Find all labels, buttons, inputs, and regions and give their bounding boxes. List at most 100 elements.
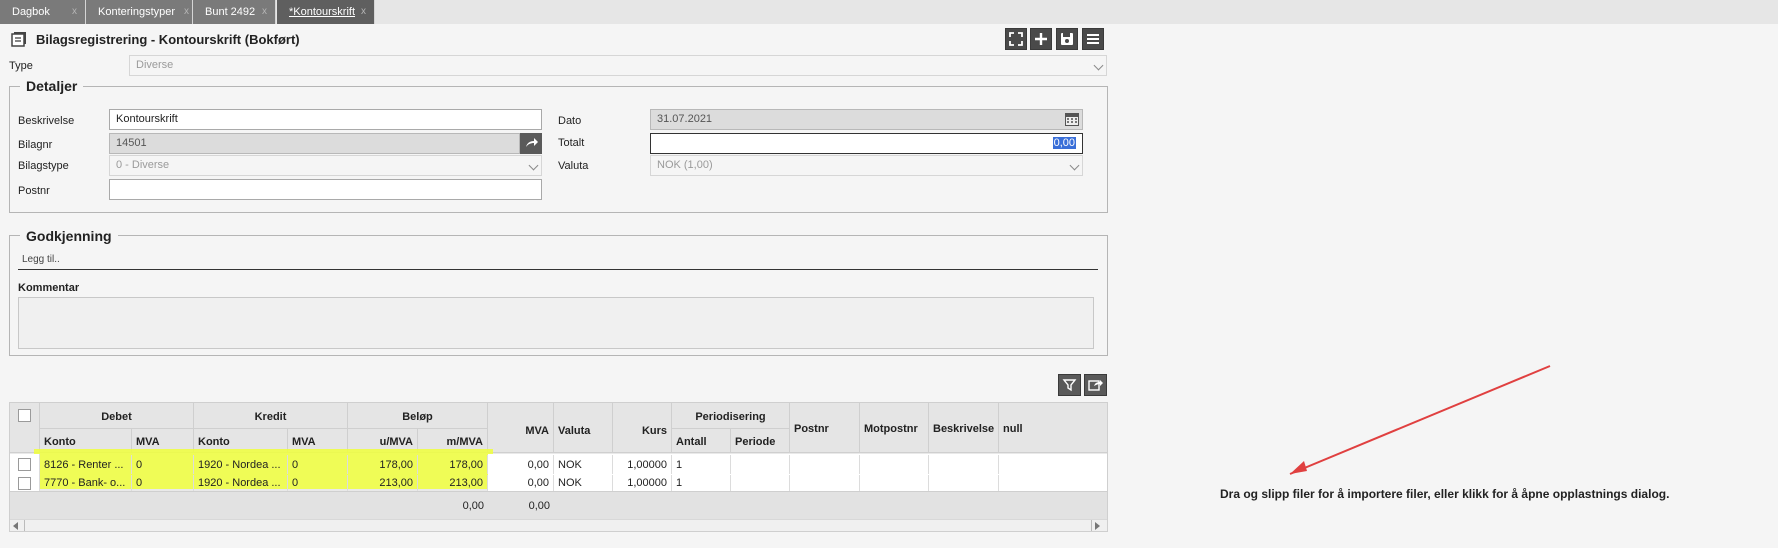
chevron-down-icon <box>1069 160 1080 171</box>
kredit-konto-cell[interactable]: 1920 - Nordea ... <box>194 455 288 474</box>
calendar-icon[interactable] <box>1065 113 1079 126</box>
dato-input[interactable]: 31.07.2021 <box>650 109 1083 130</box>
kredit-konto-cell[interactable]: 1920 - Nordea ... <box>194 475 288 491</box>
select-all-checkbox[interactable] <box>18 409 31 422</box>
tab-kontourskrift[interactable]: *Kontourskrift x <box>277 0 375 24</box>
save-button[interactable] <box>1056 28 1078 50</box>
menu-button[interactable] <box>1082 28 1104 50</box>
chevron-down-icon <box>528 160 539 171</box>
totalt-value: 0,00 <box>1052 137 1076 149</box>
postnr-cell[interactable] <box>790 455 860 474</box>
periode-header[interactable]: Periode <box>731 429 790 453</box>
type-select[interactable]: Diverse <box>129 55 1107 76</box>
export-button[interactable] <box>1084 374 1107 396</box>
null-header[interactable]: null <box>999 403 1107 453</box>
page-title: Bilagsregistrering - Kontourskrift (Bokf… <box>36 32 300 47</box>
bilagstype-select[interactable]: 0 - Diverse <box>109 155 542 176</box>
debet-mva-cell[interactable]: 0 <box>132 475 194 491</box>
kredit-mva-cell[interactable]: 0 <box>288 475 348 491</box>
antall-cell[interactable]: 1 <box>672 475 731 491</box>
close-icon[interactable]: x <box>361 6 366 17</box>
antall-cell[interactable]: 1 <box>672 455 731 474</box>
kurs-header[interactable]: Kurs <box>613 403 672 453</box>
horizontal-scrollbar[interactable] <box>10 519 1107 531</box>
dato-label: Dato <box>558 115 582 127</box>
beskrivelse-cell[interactable] <box>929 455 999 474</box>
dato-value: 31.07.2021 <box>657 113 713 125</box>
mmva-cell[interactable]: 213,00 <box>418 475 488 491</box>
tab-label: Bunt 2492 <box>205 6 256 18</box>
close-icon[interactable]: x <box>72 6 77 17</box>
file-dropzone[interactable]: Dra og slipp filer for å importere filer… <box>1110 402 1778 548</box>
mva-cell[interactable]: 0,00 <box>488 455 554 474</box>
scroll-left-icon[interactable] <box>13 522 18 530</box>
valuta-value: NOK (1,00) <box>657 159 713 171</box>
row-select-cell <box>10 475 40 491</box>
valuta-cell[interactable]: NOK <box>554 475 613 491</box>
totalt-input[interactable]: 0,00 <box>650 133 1083 154</box>
filter-icon <box>1062 379 1077 392</box>
beskrivelse-header[interactable]: Beskrivelse <box>929 403 999 453</box>
tab-konteringstyper[interactable]: Konteringstyper x <box>86 0 193 24</box>
row-checkbox[interactable] <box>18 477 31 490</box>
beskrivelse-cell[interactable] <box>929 475 999 491</box>
tab-bunt-2492[interactable]: Bunt 2492 x <box>193 0 276 24</box>
kredit-group-header: Kredit <box>194 403 348 429</box>
umva-cell[interactable]: 213,00 <box>348 475 418 491</box>
debet-konto-cell[interactable]: 7770 - Bank- o... <box>40 475 132 491</box>
valuta-label: Valuta <box>558 160 589 172</box>
motpostnr-header[interactable]: Motpostnr <box>860 403 929 453</box>
table-row[interactable]: 8126 - Renter ... 0 1920 - Nordea ... 0 … <box>10 454 1107 475</box>
close-icon[interactable]: x <box>262 6 267 17</box>
tab-label: Dagbok <box>12 6 50 18</box>
bilagnr-label: Bilagnr <box>18 139 53 151</box>
mva-header[interactable]: MVA <box>488 403 554 453</box>
total-mmva: 0,00 <box>462 500 484 512</box>
details-legend: Detaljer <box>20 78 84 94</box>
tab-label: *Kontourskrift <box>289 6 356 18</box>
comment-textarea[interactable] <box>18 297 1094 349</box>
total-mva: 0,00 <box>528 500 550 512</box>
valuta-header[interactable]: Valuta <box>554 403 613 453</box>
umva-cell[interactable]: 178,00 <box>348 455 418 474</box>
plus-icon <box>1035 33 1047 45</box>
filter-button[interactable] <box>1058 374 1081 396</box>
periode-cell[interactable] <box>731 455 790 474</box>
approval-legend: Godkjenning <box>20 228 118 244</box>
export-icon <box>1088 380 1103 391</box>
debet-konto-cell[interactable]: 8126 - Renter ... <box>40 455 132 474</box>
row-select-cell <box>10 454 40 475</box>
voucher-lines-grid: Debet Kredit Beløp Konto MVA Konto MVA u… <box>9 402 1108 532</box>
mmva-cell[interactable]: 178,00 <box>418 455 488 474</box>
table-row[interactable]: 7770 - Bank- o... 0 1920 - Nordea ... 0 … <box>10 475 1107 491</box>
document-list-icon <box>11 31 27 47</box>
motpostnr-cell[interactable] <box>860 455 929 474</box>
tab-dagbok[interactable]: Dagbok x <box>0 0 86 24</box>
valuta-select[interactable]: NOK (1,00) <box>650 155 1083 176</box>
valuta-cell[interactable]: NOK <box>554 455 613 474</box>
fullscreen-button[interactable] <box>1005 28 1027 50</box>
type-value: Diverse <box>136 59 174 71</box>
kurs-cell[interactable]: 1,00000 <box>613 475 672 491</box>
approver-input[interactable]: Legg til.. <box>18 252 1098 270</box>
motpostnr-cell[interactable] <box>860 475 929 491</box>
goto-bilag-button[interactable] <box>520 133 542 154</box>
bilagstype-label: Bilagstype <box>18 160 69 172</box>
select-all-column <box>10 403 40 453</box>
mva-cell[interactable]: 0,00 <box>488 475 554 491</box>
beskrivelse-input[interactable]: Kontourskrift <box>109 109 542 130</box>
postnr-input[interactable] <box>109 179 542 200</box>
postnr-cell[interactable] <box>790 475 860 491</box>
add-button[interactable] <box>1030 28 1052 50</box>
debet-mva-cell[interactable]: 0 <box>132 455 194 474</box>
close-icon[interactable]: x <box>184 6 189 17</box>
row-checkbox[interactable] <box>18 458 31 471</box>
kurs-cell[interactable]: 1,00000 <box>613 455 672 474</box>
floppy-icon <box>1061 33 1073 45</box>
antall-header[interactable]: Antall <box>672 429 731 453</box>
tab-bar: Dagbok x Konteringstyper x Bunt 2492 x *… <box>0 0 1778 24</box>
periode-cell[interactable] <box>731 475 790 491</box>
kredit-mva-cell[interactable]: 0 <box>288 455 348 474</box>
postnr-header[interactable]: Postnr <box>790 403 860 453</box>
scroll-right-icon[interactable] <box>1095 522 1100 530</box>
